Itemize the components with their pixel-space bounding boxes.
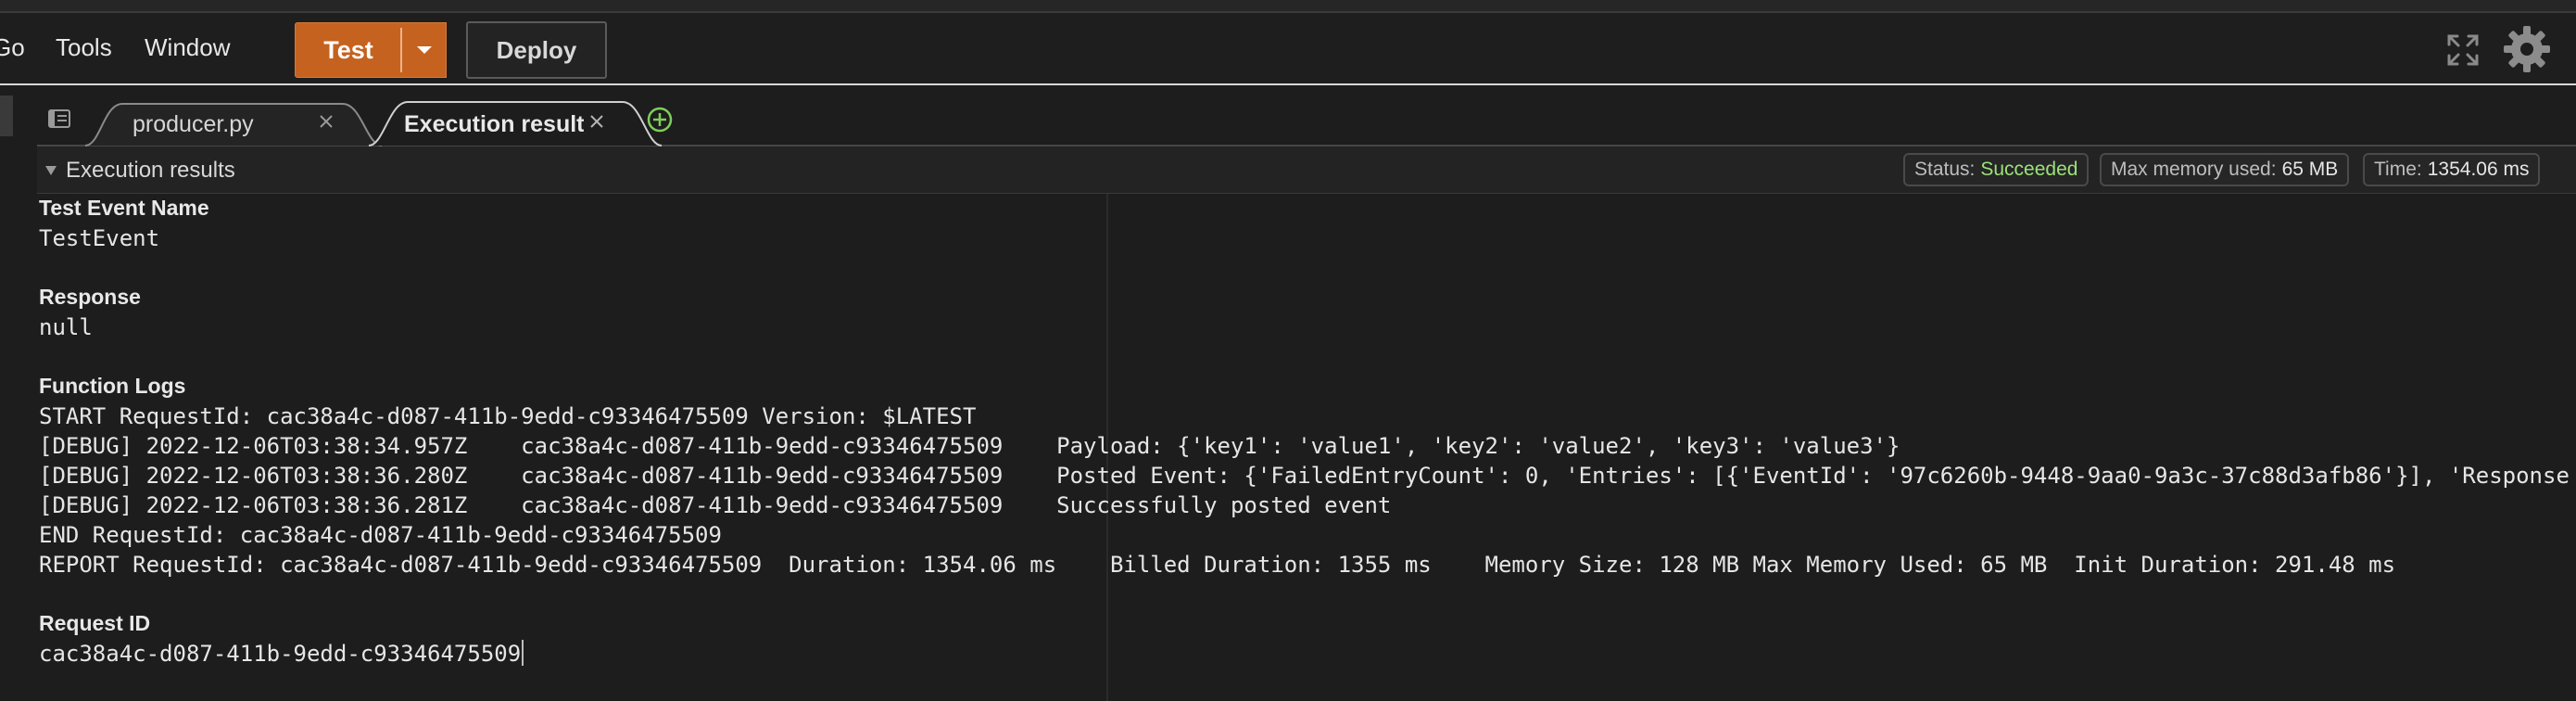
time-badge: Time: 1354.06 ms [2363, 153, 2541, 186]
fullscreen-icon[interactable] [2446, 33, 2480, 67]
response-value: null [39, 314, 93, 340]
memory-value: 65 MB [2281, 159, 2339, 180]
deploy-button[interactable]: Deploy [466, 21, 607, 79]
status-badge: Status: Succeeded [1903, 153, 2090, 186]
test-button-label: Test [323, 35, 373, 64]
results-title[interactable]: Execution results [66, 158, 235, 184]
close-icon[interactable] [587, 112, 606, 131]
log-line: REPORT RequestId: cac38a4c-d087-411b-9ed… [39, 552, 2396, 578]
menu-go[interactable]: Go [0, 33, 25, 62]
memory-label: Max memory used: [2111, 159, 2277, 180]
tab-execution-results[interactable]: Execution results [404, 111, 584, 138]
caret-down-icon[interactable] [44, 165, 57, 176]
time-value: 1354.06 ms [2427, 159, 2530, 180]
memory-badge: Max memory used: 65 MB [2100, 153, 2350, 186]
tab-menu-icon[interactable] [48, 109, 74, 130]
deploy-button-label: Deploy [496, 35, 577, 64]
add-tab-icon[interactable] [646, 106, 674, 134]
log-line: [DEBUG] 2022-12-06T03:38:36.280Z cac38a4… [39, 463, 2569, 489]
gear-icon[interactable] [2502, 24, 2552, 74]
response-label: Response [39, 285, 141, 309]
function-logs-label: Function Logs [39, 374, 186, 398]
test-event-name-value: TestEvent [39, 225, 160, 251]
menu-tools[interactable]: Tools [56, 33, 112, 62]
request-id-label: Request ID [39, 611, 151, 635]
log-line: [DEBUG] 2022-12-06T03:38:36.281Z cac38a4… [39, 492, 1392, 518]
test-event-name-label: Test Event Name [39, 196, 209, 220]
menu-window[interactable]: Window [145, 33, 230, 62]
text-cursor [522, 640, 524, 666]
test-dropdown-button[interactable] [402, 22, 447, 78]
log-line: [DEBUG] 2022-12-06T03:38:34.957Z cac38a4… [39, 433, 1900, 459]
status-value: Succeeded [1980, 159, 2078, 180]
tab-producer-py[interactable]: producer.py [133, 111, 290, 138]
left-gutter [0, 85, 38, 701]
log-line: END RequestId: cac38a4c-d087-411b-9edd-c… [39, 522, 722, 548]
status-label: Status: [1914, 159, 1976, 180]
gutter-scroll-handle[interactable] [0, 96, 13, 136]
request-id-value[interactable]: cac38a4c-d087-411b-9edd-c93346475509 [39, 641, 521, 667]
close-icon[interactable] [317, 112, 335, 131]
top-window-stripe [0, 0, 2576, 13]
time-label: Time: [2374, 159, 2422, 180]
log-line: START RequestId: cac38a4c-d087-411b-9edd… [39, 403, 977, 429]
chevron-down-icon [417, 46, 432, 54]
